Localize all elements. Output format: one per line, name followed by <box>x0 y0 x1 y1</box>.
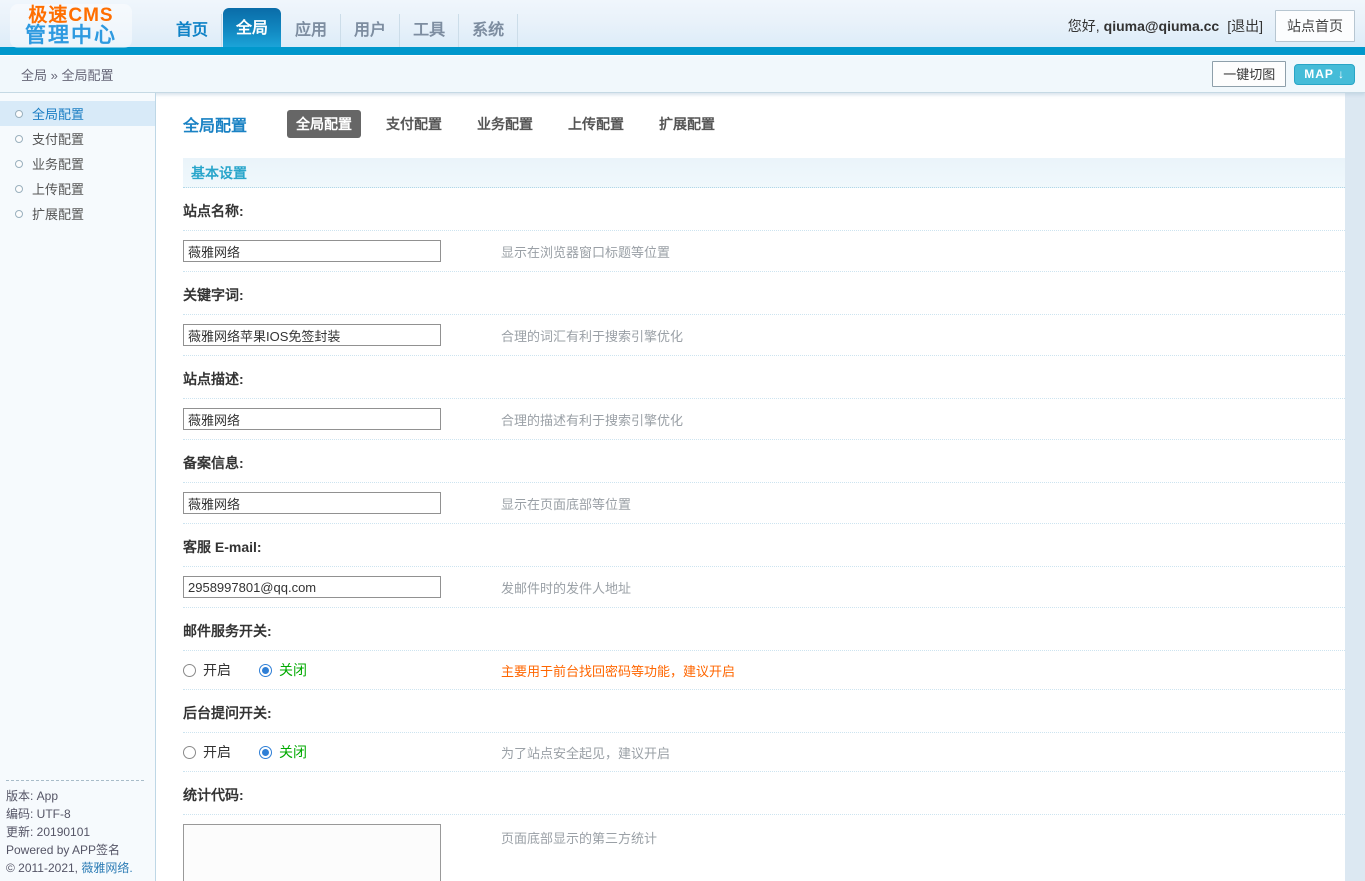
admin-question-radio-group: 开启 关闭 <box>183 742 441 762</box>
field-hint: 为了站点安全起见，建议开启 <box>501 745 671 761</box>
teal-accent-bar <box>0 47 1365 55</box>
footer-copyright: © 2011-2021, 薇雅网络. <box>6 861 133 875</box>
bullet-circle-icon <box>15 134 23 143</box>
nav-item-apps[interactable]: 应用 <box>282 14 342 47</box>
field-hint: 显示在页面底部等位置 <box>501 496 632 512</box>
breadcrumb-bar: 全局 » 全局配置 一键切图 MAP ↓ <box>0 55 1365 93</box>
field-row-site-description: 合理的描述有利于搜索引擎优化 <box>183 399 1345 440</box>
nav-item-global[interactable]: 全局 <box>223 8 282 47</box>
tab-business-config[interactable]: 业务配置 <box>467 110 543 138</box>
field-label-service-email: 客服 E-mail: <box>183 524 1345 567</box>
tab-global-config[interactable]: 全局配置 <box>287 110 362 138</box>
field-row-mail-service-switch: 开启 关闭 主要用于前台找回密码等功能，建议开启 <box>183 651 1345 690</box>
radio-on-label[interactable]: 开启 <box>203 660 231 680</box>
user-greeting: 您好, <box>1067 18 1100 34</box>
sidebar-menu: 全局配置 支付配置 业务配置 上传配置 扩展配置 <box>0 101 155 226</box>
one-key-screenshot-button[interactable]: 一键切图 <box>1212 61 1287 87</box>
sidebar-item-business-config[interactable]: 业务配置 <box>0 151 155 176</box>
keywords-input[interactable] <box>183 324 441 346</box>
page-title-link[interactable]: 全局配置 <box>183 112 247 136</box>
sidebar-item-label: 全局配置 <box>32 107 85 122</box>
breadcrumb: 全局 » 全局配置 <box>21 67 114 83</box>
user-email: qiuma@qiuma.cc <box>1103 18 1220 34</box>
nav-item-tools[interactable]: 工具 <box>400 14 460 47</box>
sidebar-item-label: 业务配置 <box>32 157 85 172</box>
top-nav: 首页 全局 应用 用户 工具 系统 <box>163 8 519 47</box>
field-row-keywords: 合理的词汇有利于搜索引擎优化 <box>183 315 1345 356</box>
radio-off-label[interactable]: 关闭 <box>279 742 307 762</box>
field-hint: 页面底部显示的第三方统计 <box>501 831 658 846</box>
mail-service-radio-group: 开启 关闭 <box>183 660 441 680</box>
field-hint: 合理的描述有利于搜索引擎优化 <box>501 412 684 428</box>
sidebar: 全局配置 支付配置 业务配置 上传配置 扩展配置 版本: App 编码: UTF… <box>0 93 156 881</box>
bullet-circle-icon <box>15 109 23 118</box>
field-row-icp-info: 显示在页面底部等位置 <box>183 483 1345 524</box>
bullet-circle-icon <box>15 209 23 218</box>
field-hint-warning: 主要用于前台找回密码等功能，建议开启 <box>501 663 736 679</box>
nav-item-system[interactable]: 系统 <box>459 14 519 47</box>
user-box: 您好, qiuma@qiuma.cc [退出] 站点首页 <box>1068 10 1355 42</box>
section-header-basic: 基本设置 <box>183 158 1345 188</box>
radio-off-checked[interactable] <box>259 663 272 677</box>
footer-encoding: 编码: UTF-8 <box>6 807 71 821</box>
field-label-admin-question-switch: 后台提问开关: <box>183 690 1345 733</box>
config-tabs-row: 全局配置 全局配置 支付配置 业务配置 上传配置 扩展配置 <box>183 93 1345 138</box>
copyright-link[interactable]: 薇雅网络. <box>81 861 132 875</box>
app-header: 极速CMS 管理中心 首页 全局 应用 用户 工具 系统 您好, qiuma@q… <box>0 0 1365 48</box>
site-description-input[interactable] <box>183 408 441 430</box>
sidebar-item-label: 扩展配置 <box>32 207 85 222</box>
site-home-button[interactable]: 站点首页 <box>1275 10 1355 42</box>
field-label-site-description: 站点描述: <box>183 356 1345 399</box>
field-label-keywords: 关键字词: <box>183 272 1345 315</box>
sidebar-item-global-config[interactable]: 全局配置 <box>0 101 155 126</box>
field-hint: 显示在浏览器窗口标题等位置 <box>501 244 671 260</box>
field-hint: 发邮件时的发件人地址 <box>501 580 632 596</box>
field-hint: 合理的词汇有利于搜索引擎优化 <box>501 328 684 344</box>
field-label-site-name: 站点名称: <box>183 188 1345 231</box>
radio-on-unchecked[interactable] <box>183 663 196 677</box>
sidebar-footer: 版本: App 编码: UTF-8 更新: 20190101 Powered b… <box>6 780 144 877</box>
field-label-stats-code: 统计代码: <box>183 772 1345 815</box>
field-row-stats-code: 页面底部显示的第三方统计 <box>183 815 1345 881</box>
stats-code-textarea[interactable] <box>183 824 441 881</box>
field-row-site-name: 显示在浏览器窗口标题等位置 <box>183 231 1345 272</box>
tab-payment-config[interactable]: 支付配置 <box>376 110 452 138</box>
sidebar-item-label: 支付配置 <box>32 132 85 147</box>
field-row-admin-question-switch: 开启 关闭 为了站点安全起见，建议开启 <box>183 733 1345 772</box>
footer-powered: Powered by APP签名 <box>6 843 121 857</box>
radio-on-unchecked[interactable] <box>183 745 196 759</box>
field-label-icp-info: 备案信息: <box>183 440 1345 483</box>
bullet-circle-icon <box>15 159 23 168</box>
footer-updated: 更新: 20190101 <box>6 825 91 839</box>
sidebar-item-upload-config[interactable]: 上传配置 <box>0 176 155 201</box>
app-logo: 极速CMS 管理中心 <box>10 4 132 48</box>
nav-item-home[interactable]: 首页 <box>163 14 223 47</box>
radio-off-label[interactable]: 关闭 <box>279 660 307 680</box>
site-name-input[interactable] <box>183 240 441 262</box>
radio-off-checked[interactable] <box>259 745 272 759</box>
footer-version: 版本: App <box>6 789 59 803</box>
radio-on-label[interactable]: 开启 <box>203 742 231 762</box>
logo-line1: 极速CMS <box>28 5 114 26</box>
bullet-circle-icon <box>15 184 23 193</box>
service-email-input[interactable] <box>183 576 441 598</box>
sidebar-item-payment-config[interactable]: 支付配置 <box>0 126 155 151</box>
sidebar-item-label: 上传配置 <box>32 182 85 197</box>
field-row-service-email: 发邮件时的发件人地址 <box>183 567 1345 608</box>
sidebar-item-extend-config[interactable]: 扩展配置 <box>0 201 155 226</box>
main-content: 全局配置 全局配置 支付配置 业务配置 上传配置 扩展配置 基本设置 站点名称:… <box>156 93 1345 881</box>
map-button[interactable]: MAP ↓ <box>1294 63 1355 85</box>
field-label-mail-service-switch: 邮件服务开关: <box>183 608 1345 651</box>
tab-upload-config[interactable]: 上传配置 <box>558 110 634 138</box>
nav-item-users[interactable]: 用户 <box>341 14 401 47</box>
logo-line2: 管理中心 <box>25 24 117 47</box>
icp-info-input[interactable] <box>183 492 441 514</box>
tab-extend-config[interactable]: 扩展配置 <box>649 110 725 138</box>
logout-link[interactable]: [退出] <box>1227 16 1263 36</box>
